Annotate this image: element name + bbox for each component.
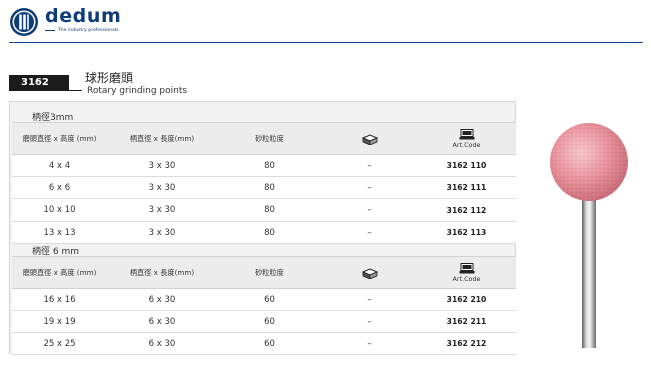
cell-grit: 60 (217, 310, 322, 333)
cell-grit: 60 (217, 332, 322, 355)
brand-logo: dedum The industry professionals (9, 7, 121, 37)
cell-grit: 80 (217, 221, 322, 244)
spec-table-shank-3mm: 磨頭直徑 x 高度 (mm) 柄直徑 x 長度(mm) 砂粒粒度 Art.Cod… (12, 122, 516, 244)
cell-pack: – (322, 332, 417, 355)
package-icon (361, 133, 378, 145)
cell-size: 13 x 13 (12, 221, 107, 244)
product-title-en: Rotary grinding points (87, 86, 188, 96)
cell-shank: 6 x 30 (107, 288, 217, 311)
machine-icon (459, 262, 474, 273)
cell-size: 19 x 19 (12, 310, 107, 333)
col-code-header: Art.Code (452, 274, 481, 283)
cell-shank: 3 x 30 (107, 154, 217, 177)
package-icon (361, 267, 378, 279)
cell-pack: – (322, 310, 417, 333)
cell-art-code: 3162 111 (417, 176, 516, 199)
col-size-header: 磨頭直徑 x 高度 (mm) (12, 256, 107, 289)
cell-pack: – (322, 198, 417, 222)
table-row: 13 x 13 3 x 30 80 – 3162 113 (12, 221, 516, 244)
cell-pack: – (322, 221, 417, 244)
product-code-badge: 3162 (9, 75, 69, 91)
badge-underline (69, 90, 82, 91)
product-title-cn: 球形磨頭 (85, 71, 134, 85)
col-shank-header: 柄直徑 x 長度(mm) (107, 256, 217, 289)
col-code-header: Art.Code (452, 140, 481, 149)
table-header-row: 磨頭直徑 x 高度 (mm) 柄直徑 x 長度(mm) 砂粒粒度 Art.Cod… (12, 256, 516, 289)
cell-art-code: 3162 211 (417, 310, 516, 333)
col-size-header: 磨頭直徑 x 高度 (mm) (12, 122, 107, 155)
spec-table-shank-6mm: 磨頭直徑 x 高度 (mm) 柄直徑 x 長度(mm) 砂粒粒度 Art.Cod… (12, 256, 516, 355)
table-row: 25 x 25 6 x 30 60 – 3162 212 (12, 332, 516, 355)
cell-size: 25 x 25 (12, 332, 107, 355)
col-grit-header: 砂粒粒度 (217, 122, 322, 155)
cell-size: 10 x 10 (12, 198, 107, 222)
dedum-logo-icon (10, 8, 38, 36)
cell-art-code: 3162 212 (417, 332, 516, 355)
cell-grit: 80 (217, 198, 322, 222)
header-divider (9, 42, 643, 43)
col-grit-header: 砂粒粒度 (217, 256, 322, 289)
cell-shank: 3 x 30 (107, 176, 217, 199)
table-header-row: 磨頭直徑 x 高度 (mm) 柄直徑 x 長度(mm) 砂粒粒度 Art.Cod… (12, 122, 516, 155)
cell-size: 4 x 4 (12, 154, 107, 177)
table-row: 10 x 10 3 x 30 80 – 3162 112 (12, 198, 516, 222)
cell-art-code: 3162 112 (417, 198, 516, 222)
table-row: 6 x 6 3 x 30 80 – 3162 111 (12, 176, 516, 199)
table-row: 4 x 4 3 x 30 80 – 3162 110 (12, 154, 516, 177)
cell-art-code: 3162 110 (417, 154, 516, 177)
cell-pack: – (322, 176, 417, 199)
table-row: 19 x 19 6 x 30 60 – 3162 211 (12, 310, 516, 333)
cell-grit: 60 (217, 288, 322, 311)
brand-name: dedum (45, 5, 122, 27)
table-row: 16 x 16 6 x 30 60 – 3162 210 (12, 288, 516, 311)
cell-size: 6 x 6 (12, 176, 107, 199)
brand-tagline: The industry professionals (58, 28, 119, 33)
cell-shank: 6 x 30 (107, 332, 217, 355)
cell-size: 16 x 16 (12, 288, 107, 311)
cell-pack: – (322, 288, 417, 311)
cell-pack: – (322, 154, 417, 177)
cell-art-code: 3162 210 (417, 288, 516, 311)
shank (582, 182, 596, 348)
cell-grit: 80 (217, 176, 322, 199)
grinding-point-image (550, 123, 628, 348)
cell-shank: 6 x 30 (107, 310, 217, 333)
cell-grit: 80 (217, 154, 322, 177)
cell-art-code: 3162 113 (417, 221, 516, 244)
col-shank-header: 柄直徑 x 長度(mm) (107, 122, 217, 155)
machine-icon (459, 128, 474, 139)
cell-shank: 3 x 30 (107, 221, 217, 244)
cell-shank: 3 x 30 (107, 198, 217, 222)
